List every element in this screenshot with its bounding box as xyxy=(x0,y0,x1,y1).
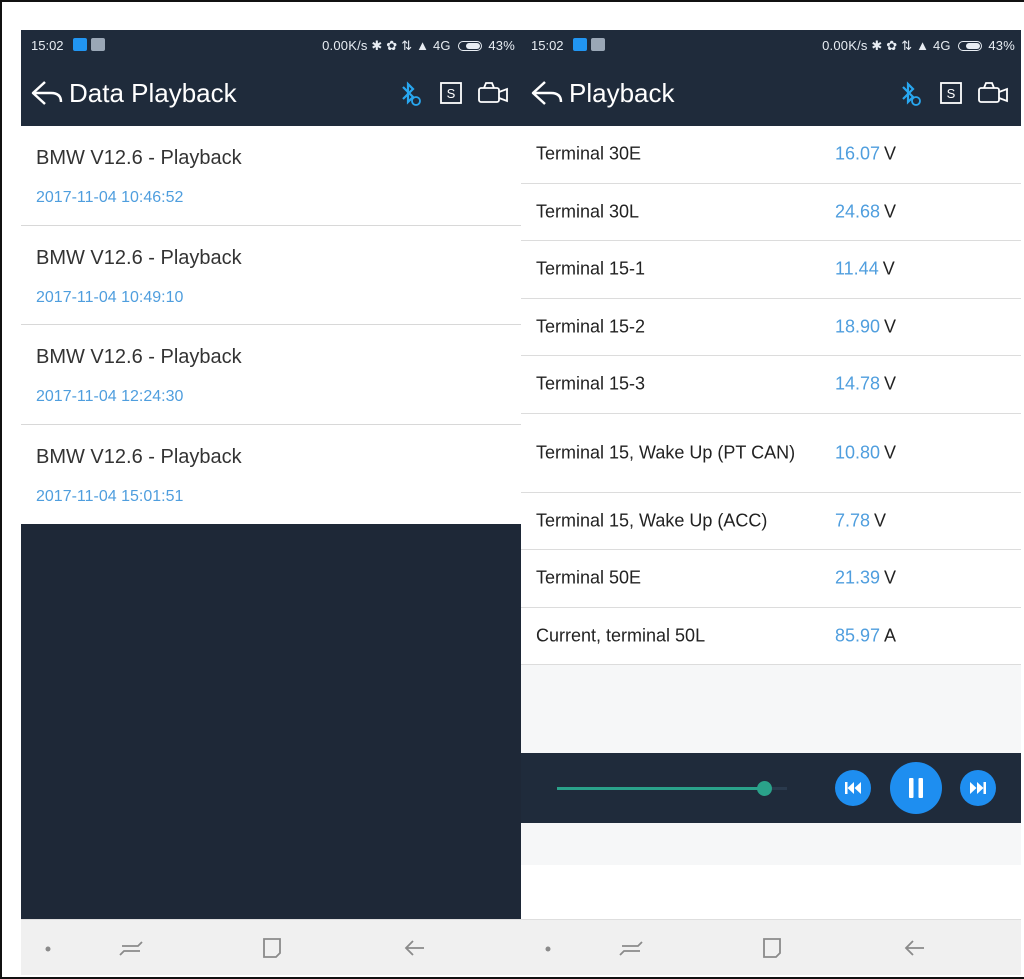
row-label: Terminal 15-3 xyxy=(536,373,646,394)
back-icon[interactable] xyxy=(399,934,429,962)
battery-level: 43% xyxy=(488,38,515,53)
recent-apps-icon[interactable] xyxy=(116,934,146,962)
pause-button[interactable] xyxy=(890,762,942,814)
table-row: Current, terminal 50L 85.97 A xyxy=(521,607,1021,665)
row-label: Terminal 30L xyxy=(536,201,640,222)
svg-text:S: S xyxy=(447,86,456,101)
row-value: 16.07 V xyxy=(835,143,897,164)
message-icon xyxy=(591,38,605,51)
file-name: BMW V12.6 - Playback xyxy=(36,445,242,468)
status-bar: 15:02 0.00K/s ✱ ✿ ⇅ ▲ 4G 43% xyxy=(21,30,521,60)
battery-icon xyxy=(957,41,982,51)
s-box-icon[interactable]: S xyxy=(937,79,965,107)
message-icon xyxy=(91,38,105,51)
system-nav-bar xyxy=(521,919,1021,975)
page-title: Playback xyxy=(569,78,675,108)
system-nav-bar xyxy=(21,919,521,975)
table-row: Terminal 30E 16.07 V xyxy=(521,126,1021,184)
list-item[interactable]: BMW V12.6 - Playback 2017-11-04 15:01:51 xyxy=(21,424,521,524)
nav-dot-icon[interactable] xyxy=(533,934,563,962)
file-date: 2017-11-04 12:24:30 xyxy=(36,388,184,405)
slider-progress xyxy=(557,787,764,790)
camera-icon[interactable] xyxy=(476,79,510,107)
s-box-icon[interactable]: S xyxy=(437,79,465,107)
row-label: Terminal 15-2 xyxy=(536,316,646,337)
status-right: 0.00K/s ✱ ✿ ⇅ ▲ 4G 43% xyxy=(822,38,1015,54)
table-row: Terminal 15-3 14.78 V xyxy=(521,356,1021,414)
home-icon[interactable] xyxy=(757,934,787,962)
row-value: 7.78 V xyxy=(835,510,887,531)
playback-controls xyxy=(521,753,1021,823)
nav-dot-icon[interactable] xyxy=(33,934,63,962)
row-label: Terminal 15-1 xyxy=(536,258,646,279)
row-value: 85.97 A xyxy=(835,625,897,646)
notification-icon xyxy=(573,38,587,51)
row-value: 10.80 V xyxy=(835,442,897,462)
row-label: Current, terminal 50L xyxy=(536,625,706,646)
empty-area xyxy=(21,524,521,919)
bluetooth-icon[interactable] xyxy=(895,79,923,107)
back-icon[interactable] xyxy=(899,934,929,962)
battery-level: 43% xyxy=(988,38,1015,53)
app-toolbar: Playback S xyxy=(521,60,1021,126)
home-icon[interactable] xyxy=(257,934,287,962)
notification-icon xyxy=(73,38,87,51)
table-row: Terminal 15-1 11.44 V xyxy=(521,241,1021,299)
file-date: 2017-11-04 10:46:52 xyxy=(36,189,184,206)
rewind-button[interactable] xyxy=(835,770,871,806)
network-info: 0.00K/s ✱ ✿ ⇅ ▲ 4G xyxy=(322,38,451,53)
file-name: BMW V12.6 - Playback xyxy=(36,346,242,368)
status-time: 15:02 xyxy=(531,38,564,53)
table-row: Terminal 50E 21.39 V xyxy=(521,550,1021,608)
camera-icon[interactable] xyxy=(976,79,1010,107)
table-row: Terminal 15, Wake Up (PT CAN) 10.80 V xyxy=(521,413,1021,493)
right-screen: 15:02 0.00K/s ✱ ✿ ⇅ ▲ 4G 43% Playback S xyxy=(521,30,1021,975)
fast-forward-icon xyxy=(970,782,986,794)
app-toolbar: Data Playback S xyxy=(21,60,521,126)
back-arrow-icon[interactable] xyxy=(29,78,65,108)
fast-forward-button[interactable] xyxy=(960,770,996,806)
status-bar: 15:02 0.00K/s ✱ ✿ ⇅ ▲ 4G 43% xyxy=(521,30,1021,60)
row-label: Terminal 30E xyxy=(536,143,642,164)
row-value: 21.39 V xyxy=(835,567,897,588)
list-item[interactable]: BMW V12.6 - Playback 2017-11-04 10:46:52 xyxy=(21,126,521,226)
slider-thumb[interactable] xyxy=(757,781,772,796)
status-time: 15:02 xyxy=(31,38,64,53)
row-label: Terminal 15, Wake Up (PT CAN) xyxy=(536,442,796,462)
playback-file-list: BMW V12.6 - Playback 2017-11-04 10:46:52… xyxy=(21,126,521,919)
network-info: 0.00K/s ✱ ✿ ⇅ ▲ 4G xyxy=(822,38,951,53)
bluetooth-icon[interactable] xyxy=(395,79,423,107)
table-row: Terminal 15, Wake Up (ACC) 7.78 V xyxy=(521,492,1021,550)
file-date: 2017-11-04 10:49:10 xyxy=(36,288,184,306)
playback-slider[interactable] xyxy=(557,781,787,796)
table-row: Terminal 15-2 18.90 V xyxy=(521,298,1021,356)
file-name: BMW V12.6 - Playback xyxy=(36,147,242,169)
live-data-list: Terminal 30E 16.07 V Terminal 30L 24.68 V … xyxy=(521,126,1021,865)
row-value: 14.78 V xyxy=(835,373,897,394)
left-screen: 15:02 0.00K/s ✱ ✿ ⇅ ▲ 4G 43% Data Playba… xyxy=(21,30,521,975)
status-right: 0.00K/s ✱ ✿ ⇅ ▲ 4G 43% xyxy=(322,38,515,54)
row-value: 11.44 V xyxy=(835,258,895,279)
rewind-icon xyxy=(845,782,861,794)
recent-apps-icon[interactable] xyxy=(616,934,646,962)
list-item[interactable]: BMW V12.6 - Playback 2017-11-04 10:49:10 xyxy=(21,225,521,325)
list-item[interactable]: BMW V12.6 - Playback 2017-11-04 12:24:30 xyxy=(21,325,521,425)
row-label: Terminal 50E xyxy=(536,567,642,588)
row-value: 24.68 V xyxy=(835,201,897,222)
file-date: 2017-11-04 15:01:51 xyxy=(36,487,184,505)
page-title: Data Playback xyxy=(69,78,237,108)
row-value: 18.90 V xyxy=(835,316,897,337)
svg-text:S: S xyxy=(947,86,956,101)
table-row: Terminal 30L 24.68 V xyxy=(521,183,1021,241)
pause-icon xyxy=(909,778,923,798)
row-label: Terminal 15, Wake Up (ACC) xyxy=(536,510,768,531)
file-name: BMW V12.6 - Playback xyxy=(36,246,242,269)
back-arrow-icon[interactable] xyxy=(529,78,565,108)
battery-icon xyxy=(457,41,482,51)
